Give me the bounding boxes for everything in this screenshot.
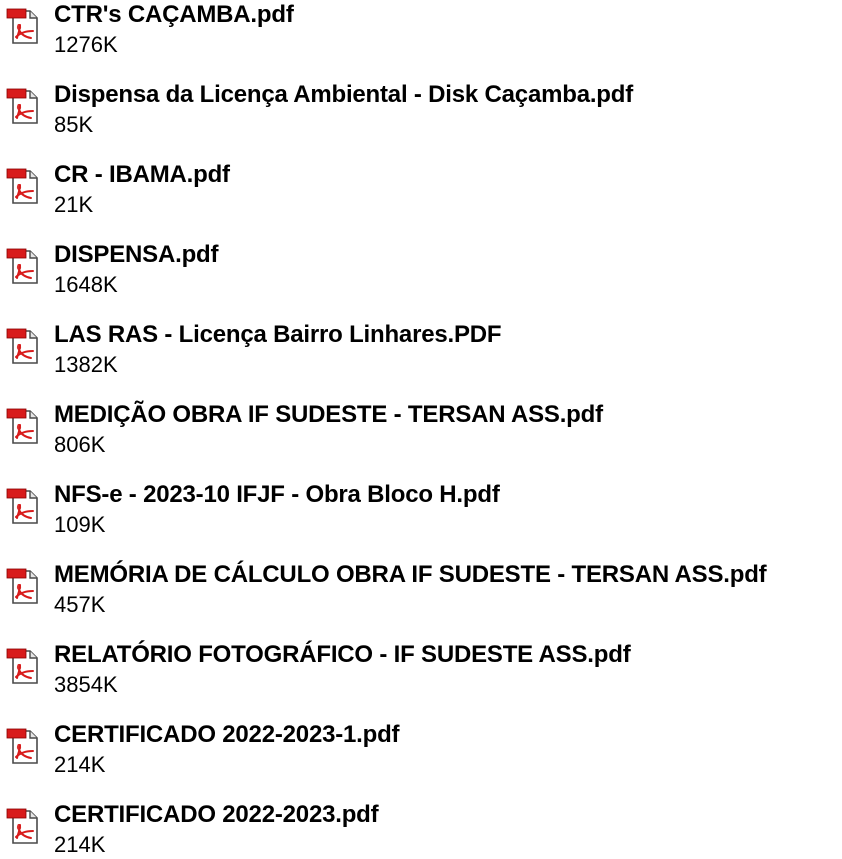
pdf-file-icon[interactable] bbox=[6, 247, 40, 285]
pdf-file-icon[interactable] bbox=[6, 87, 40, 125]
attachment-name-link[interactable]: MEDIÇÃO OBRA IF SUDESTE - TERSAN ASS.pdf bbox=[54, 400, 603, 430]
pdf-file-icon[interactable] bbox=[6, 727, 40, 765]
pdf-file-icon[interactable] bbox=[6, 7, 40, 45]
attachment-list: CTR's CAÇAMBA.pdf 1276K Dispensa da Lice… bbox=[0, 0, 842, 859]
attachment-size: 1276K bbox=[54, 32, 118, 57]
attachment-item: Dispensa da Licença Ambiental - Disk Caç… bbox=[0, 80, 842, 140]
attachment-name-link[interactable]: DISPENSA.pdf bbox=[54, 240, 218, 270]
attachment-item: CERTIFICADO 2022-2023.pdf 214K bbox=[0, 800, 842, 859]
attachment-size: 457K bbox=[54, 592, 106, 617]
pdf-file-icon[interactable] bbox=[6, 167, 40, 205]
attachment-name-link[interactable]: CERTIFICADO 2022-2023.pdf bbox=[54, 800, 379, 830]
attachment-item: MEMÓRIA DE CÁLCULO OBRA IF SUDESTE - TER… bbox=[0, 560, 842, 620]
attachment-item: DISPENSA.pdf 1648K bbox=[0, 240, 842, 300]
attachment-item: CERTIFICADO 2022-2023-1.pdf 214K bbox=[0, 720, 842, 780]
attachment-size: 214K bbox=[54, 752, 106, 777]
attachment-item: CR - IBAMA.pdf 21K bbox=[0, 160, 842, 220]
pdf-file-icon[interactable] bbox=[6, 567, 40, 605]
pdf-file-icon[interactable] bbox=[6, 487, 40, 525]
attachment-name-link[interactable]: CR - IBAMA.pdf bbox=[54, 160, 230, 190]
attachment-size: 85K bbox=[54, 112, 94, 137]
attachment-size: 21K bbox=[54, 192, 94, 217]
pdf-file-icon[interactable] bbox=[6, 807, 40, 845]
attachment-item: LAS RAS - Licença Bairro Linhares.PDF 13… bbox=[0, 320, 842, 380]
attachment-item: MEDIÇÃO OBRA IF SUDESTE - TERSAN ASS.pdf… bbox=[0, 400, 842, 460]
attachment-size: 3854K bbox=[54, 672, 118, 697]
attachment-item: RELATÓRIO FOTOGRÁFICO - IF SUDESTE ASS.p… bbox=[0, 640, 842, 700]
attachment-item: NFS-e - 2023-10 IFJF - Obra Bloco H.pdf … bbox=[0, 480, 842, 540]
pdf-file-icon[interactable] bbox=[6, 647, 40, 685]
attachment-name-link[interactable]: CTR's CAÇAMBA.pdf bbox=[54, 0, 294, 30]
attachment-name-link[interactable]: Dispensa da Licença Ambiental - Disk Caç… bbox=[54, 80, 633, 110]
attachment-name-link[interactable]: MEMÓRIA DE CÁLCULO OBRA IF SUDESTE - TER… bbox=[54, 560, 767, 590]
attachment-size: 1648K bbox=[54, 272, 118, 297]
pdf-file-icon[interactable] bbox=[6, 407, 40, 445]
attachment-name-link[interactable]: CERTIFICADO 2022-2023-1.pdf bbox=[54, 720, 400, 750]
attachment-size: 806K bbox=[54, 432, 106, 457]
attachment-name-link[interactable]: NFS-e - 2023-10 IFJF - Obra Bloco H.pdf bbox=[54, 480, 500, 510]
attachment-item: CTR's CAÇAMBA.pdf 1276K bbox=[0, 0, 842, 60]
attachment-name-link[interactable]: RELATÓRIO FOTOGRÁFICO - IF SUDESTE ASS.p… bbox=[54, 640, 631, 670]
pdf-file-icon[interactable] bbox=[6, 327, 40, 365]
attachment-size: 1382K bbox=[54, 352, 118, 377]
attachment-size: 109K bbox=[54, 512, 106, 537]
attachment-size: 214K bbox=[54, 832, 106, 857]
attachment-name-link[interactable]: LAS RAS - Licença Bairro Linhares.PDF bbox=[54, 320, 502, 350]
